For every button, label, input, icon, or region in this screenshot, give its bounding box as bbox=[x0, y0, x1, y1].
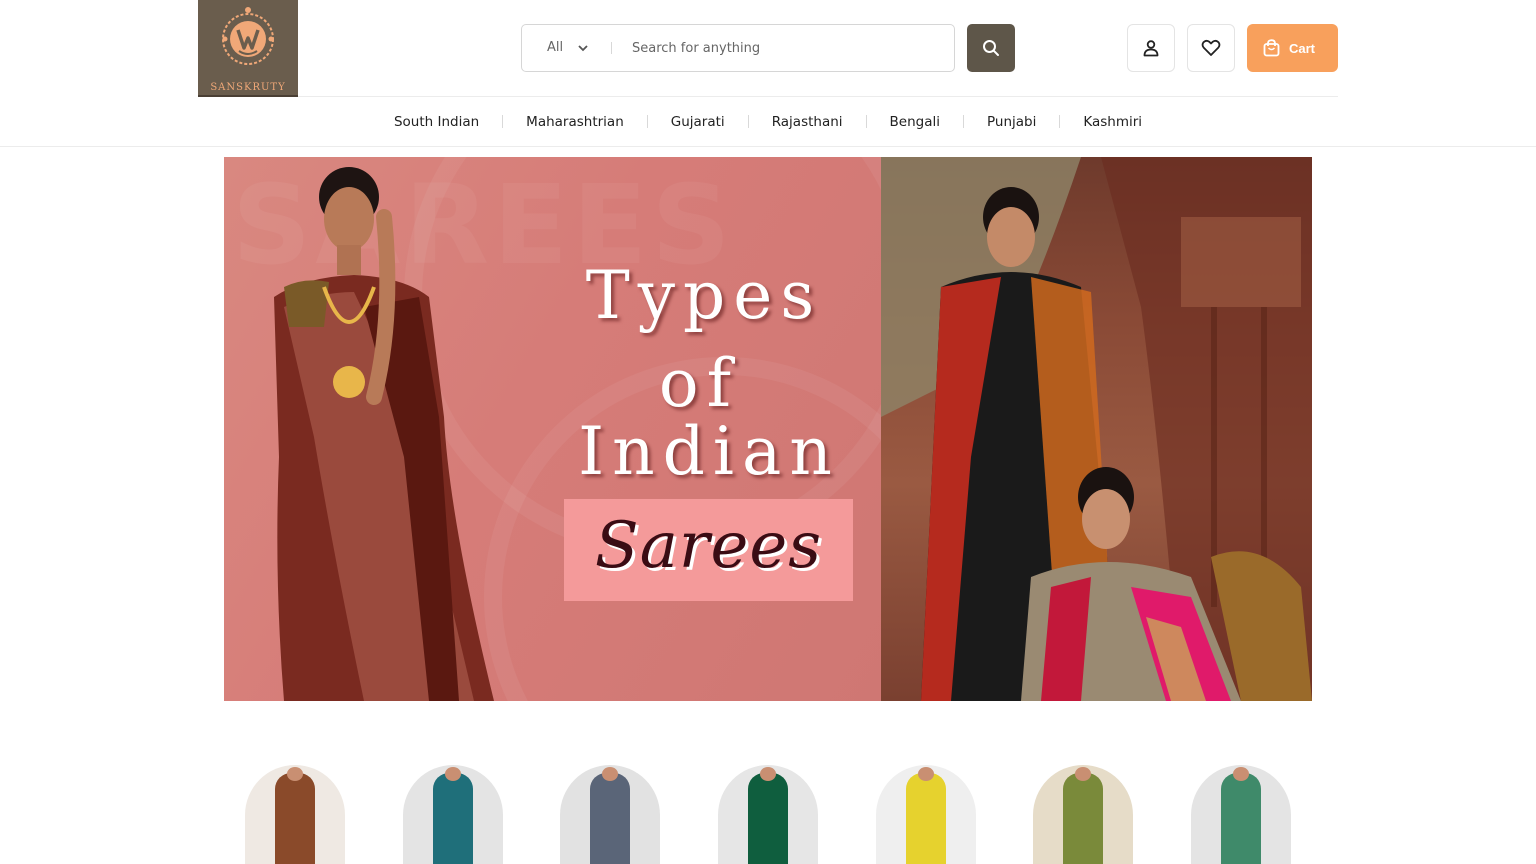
nav-item-south-indian[interactable]: South Indian bbox=[371, 114, 502, 130]
hero-title-line-4: Sarees bbox=[594, 509, 823, 583]
hero-right-panel bbox=[881, 157, 1312, 701]
product-model-head bbox=[1075, 767, 1091, 781]
nav-item-maharashtrian[interactable]: Maharashtrian bbox=[503, 114, 647, 130]
product-model-head bbox=[1233, 767, 1249, 781]
nav-item-kashmiri[interactable]: Kashmiri bbox=[1060, 114, 1165, 130]
product-carousel bbox=[0, 765, 1536, 864]
product-model-head bbox=[760, 767, 776, 781]
product-image bbox=[275, 773, 315, 864]
product-thumb[interactable] bbox=[245, 765, 345, 864]
hero-title-line-1: Types bbox=[585, 257, 823, 334]
product-thumb[interactable] bbox=[1191, 765, 1291, 864]
shopping-bag-icon bbox=[1263, 39, 1280, 57]
cart-button[interactable]: Cart bbox=[1247, 24, 1338, 72]
product-thumb[interactable] bbox=[718, 765, 818, 864]
product-image bbox=[1221, 773, 1261, 864]
user-icon bbox=[1143, 40, 1159, 57]
product-image bbox=[590, 773, 630, 864]
heart-icon bbox=[1201, 39, 1221, 56]
category-select[interactable]: All bbox=[522, 25, 612, 70]
product-thumb[interactable] bbox=[403, 765, 503, 864]
product-thumb[interactable] bbox=[1033, 765, 1133, 864]
site-header: SANSKRUTY All Cart bbox=[198, 0, 1338, 97]
product-model-head bbox=[445, 767, 461, 781]
model-image-left bbox=[274, 167, 494, 701]
hero-title-line-2: of bbox=[658, 345, 740, 422]
product-thumb[interactable] bbox=[560, 765, 660, 864]
nav-item-rajasthani[interactable]: Rajasthani bbox=[749, 114, 866, 130]
product-thumb[interactable] bbox=[876, 765, 976, 864]
product-image bbox=[433, 773, 473, 864]
brand-logo[interactable]: SANSKRUTY bbox=[198, 0, 298, 97]
nav-item-bengali[interactable]: Bengali bbox=[867, 114, 963, 130]
search-icon bbox=[983, 40, 999, 56]
search-input[interactable] bbox=[632, 33, 932, 63]
hero-title-line-3: Indian bbox=[578, 413, 840, 490]
backdrop-image bbox=[881, 157, 1312, 701]
product-model-head bbox=[918, 767, 934, 781]
search-divider bbox=[611, 42, 612, 54]
product-model-head bbox=[602, 767, 618, 781]
chevron-down-icon bbox=[578, 44, 588, 51]
product-image bbox=[748, 773, 788, 864]
wishlist-button[interactable] bbox=[1187, 24, 1235, 72]
product-image bbox=[906, 773, 946, 864]
category-select-value: All bbox=[547, 40, 564, 55]
nav-item-punjabi[interactable]: Punjabi bbox=[964, 114, 1059, 130]
category-nav: South Indian Maharashtrian Gujarati Raja… bbox=[0, 97, 1536, 147]
brand-name: SANSKRUTY bbox=[210, 82, 286, 93]
hero-banner[interactable]: SAREES Types of Indian Sarees bbox=[224, 157, 1312, 701]
search-button[interactable] bbox=[967, 24, 1015, 72]
nav-item-gujarati[interactable]: Gujarati bbox=[648, 114, 748, 130]
product-model-head bbox=[287, 767, 303, 781]
hero-sarees-box: Sarees bbox=[564, 499, 853, 601]
hero-left-panel: SAREES Types of Indian Sarees bbox=[224, 157, 964, 701]
product-image bbox=[1063, 773, 1103, 864]
cart-label: Cart bbox=[1289, 40, 1316, 56]
logo-emblem-icon bbox=[222, 7, 274, 65]
account-button[interactable] bbox=[1127, 24, 1175, 72]
search-bar: All bbox=[521, 24, 955, 72]
